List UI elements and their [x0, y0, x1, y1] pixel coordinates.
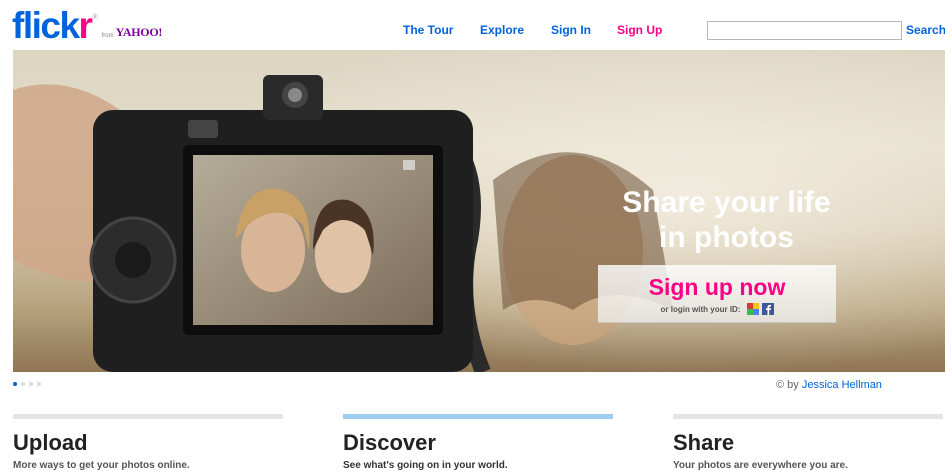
- feature-share[interactable]: Share Your photos are everywhere you are…: [673, 414, 943, 471]
- login-with-id-text: or login with your ID:: [660, 304, 741, 314]
- signup-now-button[interactable]: Sign up now or login with your ID:: [598, 265, 836, 323]
- logo-word-blue: flick: [12, 5, 80, 46]
- slideshow-dots: [13, 382, 41, 386]
- logo-yahoo: YAHOO!: [115, 25, 163, 39]
- feature-upload-bar: [13, 414, 283, 419]
- hero-banner: Share your life in photos Sign up now or…: [13, 50, 945, 372]
- facebook-icon[interactable]: [761, 303, 774, 315]
- site-header: flick r ® from YAHOO! The Tour Explore S…: [0, 0, 945, 50]
- nav-sign-in[interactable]: Sign In: [551, 23, 591, 37]
- slide-dot-3[interactable]: [29, 382, 33, 386]
- feature-upload-desc: More ways to get your photos online.: [13, 460, 190, 471]
- slide-dot-2[interactable]: [21, 382, 25, 386]
- hero-headline: Share your life in photos: [574, 185, 879, 255]
- feature-discover-title: Discover: [343, 430, 436, 455]
- nav-the-tour[interactable]: The Tour: [403, 23, 453, 37]
- feature-share-title: Share: [673, 430, 735, 455]
- feature-discover-bar: [343, 414, 613, 419]
- feature-share-desc: Your photos are everywhere you are.: [673, 460, 848, 471]
- photo-credit: © by Jessica Hellman: [776, 379, 882, 391]
- photo-credit-prefix: © by: [776, 379, 799, 391]
- feature-share-bar: [673, 414, 943, 419]
- search-button[interactable]: Search: [906, 23, 945, 37]
- signup-now-label: Sign up now: [648, 274, 786, 300]
- logo-word-pink: r: [78, 5, 93, 46]
- hero-headline-line2: in photos: [659, 221, 794, 254]
- feature-upload-title: Upload: [13, 430, 88, 455]
- photo-credit-author[interactable]: Jessica Hellman: [802, 379, 882, 391]
- logo-registered: ®: [92, 14, 98, 21]
- nav-explore[interactable]: Explore: [480, 23, 524, 37]
- logo-from-text: from: [101, 33, 114, 39]
- flickr-logo[interactable]: flick r ® from YAHOO!: [12, 5, 163, 46]
- nav-sign-up[interactable]: Sign Up: [617, 23, 662, 37]
- hero-headline-line1: Share your life: [622, 186, 831, 219]
- search-input[interactable]: [707, 21, 902, 40]
- feature-upload[interactable]: Upload More ways to get your photos onli…: [13, 414, 283, 471]
- login-with-id: or login with your ID:: [598, 303, 836, 315]
- feature-discover-desc: See what's going on in your world.: [343, 460, 508, 471]
- slide-dot-1[interactable]: [13, 382, 17, 386]
- feature-discover[interactable]: Discover See what's going on in your wor…: [343, 414, 613, 471]
- slide-dot-4[interactable]: [37, 382, 41, 386]
- google-icon[interactable]: [746, 303, 759, 315]
